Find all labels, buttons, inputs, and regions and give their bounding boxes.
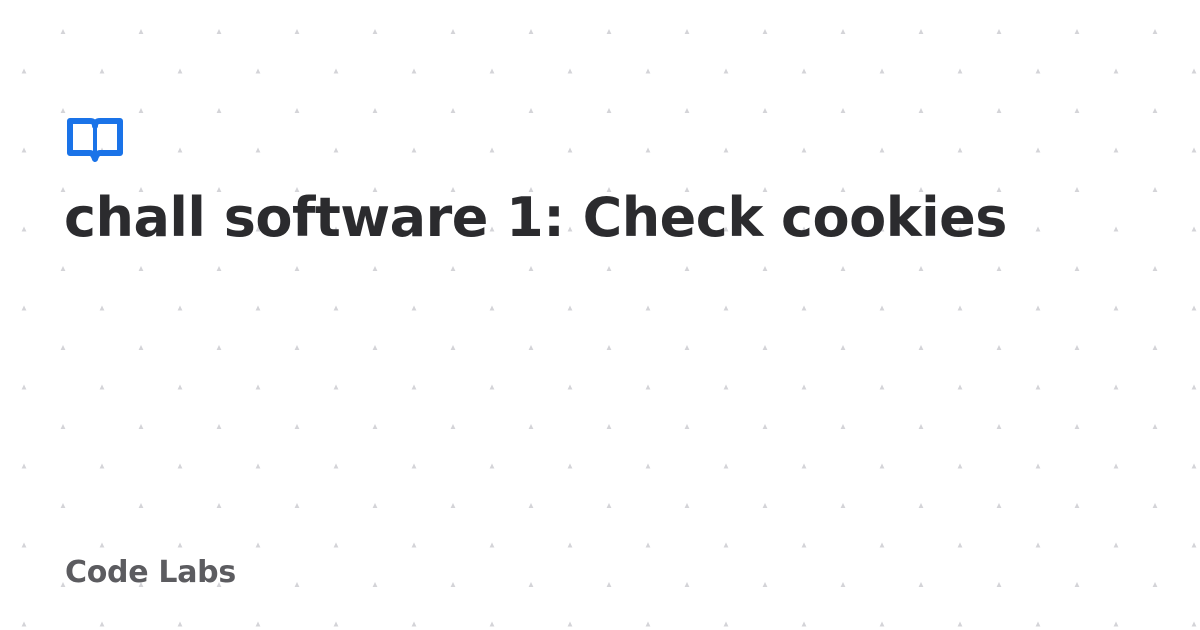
brand-name: Code Labs xyxy=(65,555,236,590)
page-title: chall software 1: Check cookies xyxy=(64,186,1007,249)
open-book-icon xyxy=(67,118,123,162)
dot-pattern-background xyxy=(0,0,1200,630)
